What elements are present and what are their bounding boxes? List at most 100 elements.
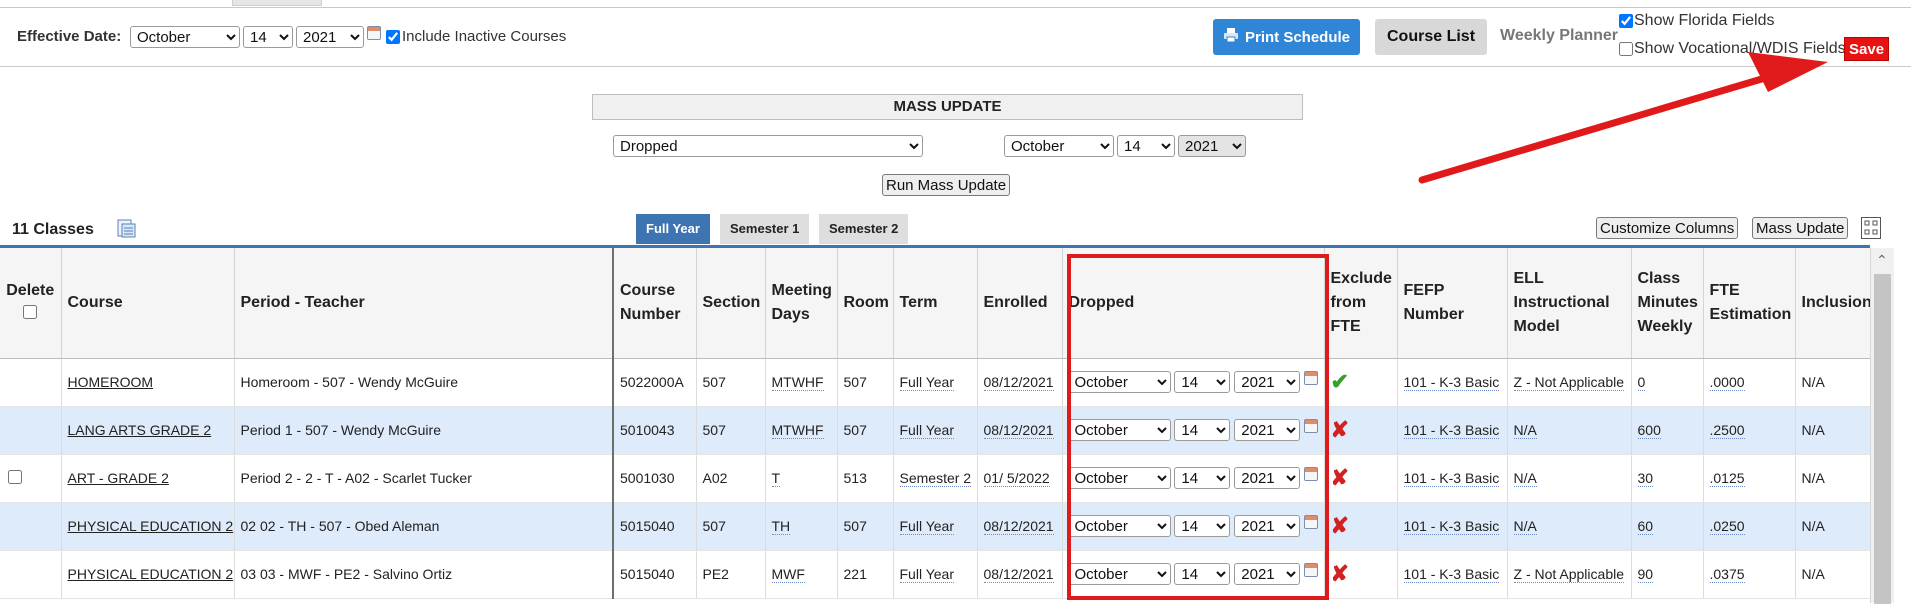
ell-text[interactable]: Z - Not Applicable: [1513, 374, 1624, 391]
exclude-fte-cell[interactable]: ✔: [1324, 358, 1398, 407]
exclude-fte-cell[interactable]: ✘: [1324, 502, 1398, 551]
section-header[interactable]: Section: [696, 248, 766, 359]
weekly-planner-link[interactable]: Weekly Planner: [1500, 27, 1618, 45]
meeting-days-header[interactable]: Meeting Days: [765, 248, 838, 359]
room-cell: 507: [837, 502, 894, 551]
course-link[interactable]: LANG ARTS GRADE 2: [68, 422, 212, 438]
exclude-fte-header[interactable]: Exclude from FTE: [1324, 248, 1398, 359]
tab-semester-2[interactable]: Semester 2: [819, 214, 909, 244]
mass-update-month-select[interactable]: October: [1004, 135, 1114, 157]
fefp-text[interactable]: 101 - K-3 Basic: [1403, 518, 1500, 535]
ell-text[interactable]: N/A: [1513, 470, 1537, 487]
class-minutes-text[interactable]: 60: [1637, 518, 1654, 535]
course-link[interactable]: ART - GRADE 2: [68, 470, 169, 486]
effective-month-select[interactable]: October: [130, 26, 240, 48]
fte-estimation-header[interactable]: FTE Estimation: [1703, 248, 1796, 359]
mass-update-day-select[interactable]: 14: [1117, 135, 1175, 157]
ell-text[interactable]: Z - Not Applicable: [1513, 566, 1624, 583]
enrolled-text[interactable]: 08/12/2021: [983, 566, 1054, 583]
top-tab-stub[interactable]: [232, 0, 322, 6]
table-scrollbar[interactable]: ⌃: [1870, 248, 1894, 604]
class-minutes-header[interactable]: Class Minutes Weekly: [1631, 248, 1704, 359]
exclude-fte-cell[interactable]: ✘: [1324, 550, 1398, 599]
fte-estimation-text[interactable]: .2500: [1709, 422, 1745, 439]
mass-update-field-select[interactable]: Dropped: [613, 135, 923, 157]
meeting-days-text[interactable]: MWF: [771, 566, 805, 583]
classes-count: 11 Classes: [12, 221, 94, 238]
course-header[interactable]: Course: [61, 248, 235, 359]
fte-estimation-text[interactable]: .0375: [1709, 566, 1745, 583]
customize-columns-button[interactable]: Customize Columns: [1596, 217, 1739, 239]
room-header[interactable]: Room: [837, 248, 894, 359]
enrolled-text[interactable]: 08/12/2021: [983, 518, 1054, 535]
enrolled-text[interactable]: 08/12/2021: [983, 374, 1054, 391]
table-row[interactable]: ART - GRADE 2 Period 2 - 2 - T - A02 - Sc…: [0, 454, 1871, 503]
course-link[interactable]: HOMEROOM: [68, 374, 154, 390]
fefp-text[interactable]: 101 - K-3 Basic: [1403, 566, 1500, 583]
fefp-text[interactable]: 101 - K-3 Basic: [1403, 374, 1500, 391]
inclusion-header[interactable]: Inclusion: [1795, 248, 1872, 359]
table-row[interactable]: PHYSICAL EDUCATION 2 03 03 - MWF - PE2 - …: [0, 550, 1871, 599]
exclude-fte-cell[interactable]: ✘: [1324, 454, 1398, 503]
ell-header[interactable]: ELL Instructional Model: [1507, 248, 1632, 359]
fefp-header[interactable]: FEFP Number: [1397, 248, 1508, 359]
fte-estimation-text[interactable]: .0250: [1709, 518, 1745, 535]
scrollbar-thumb[interactable]: [1874, 274, 1891, 604]
fefp-text[interactable]: 101 - K-3 Basic: [1403, 422, 1500, 439]
tab-full-year[interactable]: Full Year: [636, 214, 710, 244]
course-list-button[interactable]: Course List: [1375, 19, 1488, 55]
course-cell[interactable]: LANG ARTS GRADE 2: [61, 406, 235, 455]
class-minutes-text[interactable]: 0: [1637, 374, 1646, 391]
term-cell: Full Year: [893, 502, 978, 551]
effective-year-select[interactable]: 2021: [296, 26, 364, 48]
print-schedule-button[interactable]: Print Schedule: [1213, 19, 1361, 55]
class-minutes-text[interactable]: 600: [1637, 422, 1661, 439]
meeting-days-text[interactable]: MTWHF: [771, 374, 824, 391]
exclude-fte-cell[interactable]: ✘: [1324, 406, 1398, 455]
save-button[interactable]: Save: [1844, 37, 1890, 61]
term-text[interactable]: Full Year: [899, 518, 954, 535]
show-florida-checkbox[interactable]: [1619, 14, 1633, 28]
course-link[interactable]: PHYSICAL EDUCATION 2: [68, 566, 234, 582]
period-teacher-header[interactable]: Period - Teacher: [234, 248, 614, 359]
meeting-days-text[interactable]: T: [771, 470, 781, 487]
term-text[interactable]: Full Year: [899, 422, 954, 439]
course-number-header[interactable]: Course Number: [613, 248, 697, 359]
meeting-days-text[interactable]: MTWHF: [771, 422, 824, 439]
mass-update-year-select[interactable]: 2021: [1178, 135, 1246, 157]
course-link[interactable]: PHYSICAL EDUCATION 2: [68, 518, 234, 534]
enrolled-text[interactable]: 01/ 5/2022: [983, 470, 1050, 487]
tab-semester-1[interactable]: Semester 1: [720, 214, 810, 244]
table-row[interactable]: PHYSICAL EDUCATION 2 02 02 - TH - 507 - O…: [0, 502, 1871, 551]
course-cell[interactable]: PHYSICAL EDUCATION 2: [61, 502, 235, 551]
row-delete-checkbox[interactable]: [8, 469, 22, 484]
term-text[interactable]: Full Year: [899, 566, 954, 583]
ell-text[interactable]: N/A: [1513, 422, 1537, 439]
effective-day-select[interactable]: 14: [243, 26, 293, 48]
table-row[interactable]: LANG ARTS GRADE 2 Period 1 - 507 - Wendy …: [0, 406, 1871, 455]
class-minutes-text[interactable]: 30: [1637, 470, 1654, 487]
enrolled-text[interactable]: 08/12/2021: [983, 422, 1054, 439]
enrolled-header[interactable]: Enrolled: [977, 248, 1063, 359]
term-header[interactable]: Term: [893, 248, 978, 359]
table-row[interactable]: HOMEROOM Homeroom - 507 - Wendy McGuire 50…: [0, 358, 1871, 407]
select-all-checkbox[interactable]: [23, 304, 38, 319]
course-cell[interactable]: PHYSICAL EDUCATION 2: [61, 550, 235, 599]
course-cell[interactable]: HOMEROOM: [61, 358, 235, 407]
scroll-up-icon[interactable]: ⌃: [1876, 252, 1888, 269]
term-text[interactable]: Full Year: [899, 374, 954, 391]
column-settings-icon[interactable]: [1861, 217, 1881, 242]
meeting-days-text[interactable]: TH: [771, 518, 791, 535]
fefp-text[interactable]: 101 - K-3 Basic: [1403, 470, 1500, 487]
ell-text[interactable]: N/A: [1513, 518, 1537, 535]
class-minutes-text[interactable]: 90: [1637, 566, 1654, 583]
run-mass-update-button[interactable]: Run Mass Update: [882, 174, 1011, 196]
fte-estimation-text[interactable]: .0125: [1709, 470, 1745, 487]
include-inactive-checkbox[interactable]: [386, 30, 400, 44]
export-icon[interactable]: [117, 219, 136, 241]
calendar-icon[interactable]: [367, 26, 381, 40]
course-cell[interactable]: ART - GRADE 2: [61, 454, 235, 503]
mass-update-button[interactable]: Mass Update: [1752, 217, 1849, 239]
term-text[interactable]: Semester 2: [899, 470, 972, 487]
fte-estimation-text[interactable]: .0000: [1709, 374, 1745, 391]
